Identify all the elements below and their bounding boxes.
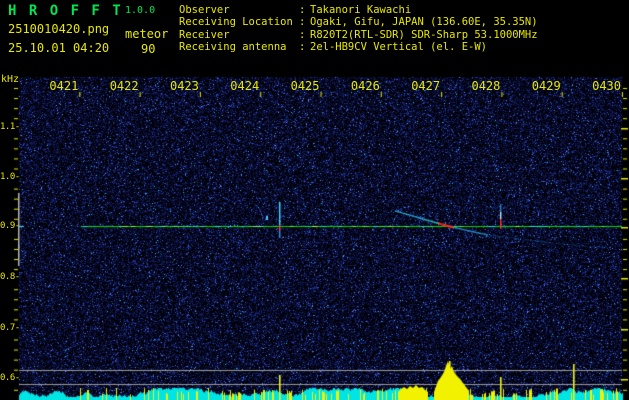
info-label: Observer (179, 4, 230, 16)
freq-tick-label: 0.6- (0, 373, 20, 383)
time-tick-label: 0426 (350, 79, 380, 93)
info-separator: : (299, 41, 306, 54)
app-version: 1.0.0 (125, 5, 156, 16)
observation-datetime: 25.10.01 04:20 (8, 41, 110, 55)
info-label: Receiving Location (179, 16, 293, 29)
time-tick-label: 0421 (49, 79, 79, 93)
info-separator: : (299, 16, 306, 29)
station-info-row: Observer: Takanori Kawachi (179, 4, 538, 16)
time-tick-label: 0422 (109, 79, 139, 93)
time-tick-label: 0428 (471, 79, 501, 93)
freq-axis-unit: kHz (1, 74, 20, 85)
app-title: H R O F F T (8, 3, 123, 19)
time-tick-label: 0425 (290, 79, 320, 93)
info-separator: : (299, 28, 306, 41)
mode-label: meteor (125, 27, 169, 41)
hrofft-output-screen: H R O F F T 1.0.0 2510010420.png meteor … (0, 0, 629, 400)
station-info-row: Receiving antenna:2el-HB9CV Vertical (el… (179, 41, 538, 53)
time-tick-label: 0423 (169, 79, 199, 93)
freq-tick-label: 1.1- (0, 122, 20, 132)
station-info-row: Receiving Location: Ogaki, Gifu, JAPAN (1… (179, 16, 538, 28)
output-filename: 2510010420.png (8, 22, 110, 36)
time-tick-label: 0429 (531, 79, 561, 93)
station-info-row: Receiver: R820T2(RTL-SDR) SDR-Sharp 53.10… (179, 29, 538, 41)
time-tick-label: 0424 (230, 79, 260, 93)
time-tick-label: 0430 (592, 79, 621, 93)
info-separator: : (299, 4, 306, 16)
info-label: Receiver (179, 28, 230, 41)
spectrogram-canvas (0, 0, 629, 400)
info-value: Ogaki, Gifu, JAPAN (136.60E, 35.35N) (310, 16, 538, 29)
freq-tick-label: 0.7- (0, 323, 20, 333)
info-label: Receiving antenna (179, 41, 287, 54)
info-value: Takanori Kawachi (310, 4, 412, 16)
station-info-block: Observer: Takanori Kawachi Receiving Locat… (179, 4, 538, 54)
level-value: 90 (141, 42, 156, 56)
freq-tick-label: 0.8- (0, 272, 20, 282)
info-value: R820T2(RTL-SDR) SDR-Sharp 53.1000MHz (310, 28, 538, 41)
time-tick-label: 0427 (411, 79, 441, 93)
freq-tick-label: 1.0- (0, 172, 20, 182)
freq-tick-label: 0.9- (0, 221, 20, 231)
info-value: 2el-HB9CV Vertical (el. E-W) (310, 41, 488, 54)
